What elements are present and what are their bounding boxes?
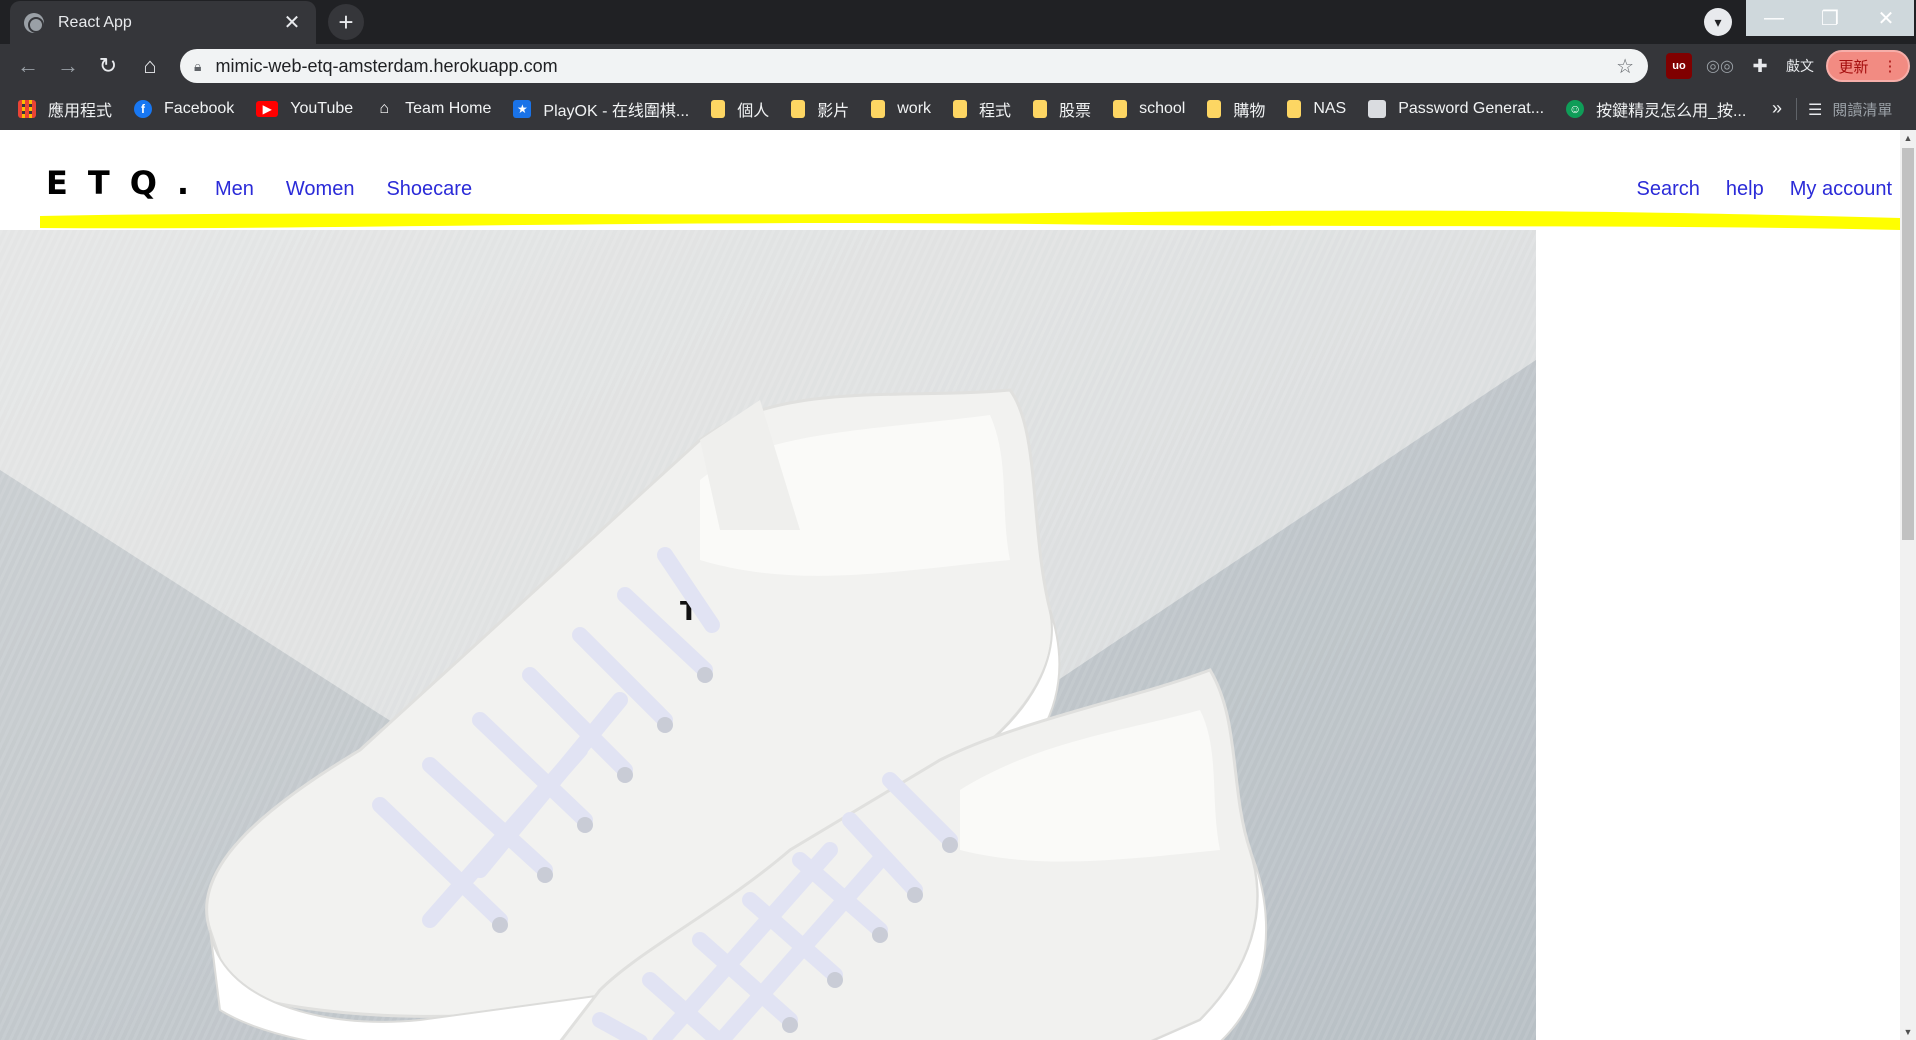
bookmark-youtube[interactable]: ▶ YouTube	[256, 100, 353, 118]
tab-title: React App	[58, 13, 132, 31]
globe-icon	[24, 12, 44, 33]
sneakers-illustration: T	[0, 230, 1536, 1040]
new-tab-button[interactable]: +	[328, 4, 364, 40]
folder-icon	[871, 100, 886, 118]
reading-list-label: 閱讀清單	[1832, 102, 1893, 119]
folder-icon	[1113, 100, 1128, 118]
bookmark-star-icon[interactable]: ☆	[1616, 54, 1634, 79]
bookmark-password-generator[interactable]: Password Generat...	[1368, 100, 1544, 118]
reading-list-icon: ☰	[1808, 101, 1823, 119]
bookmark-key-sprite[interactable]: ☺ 按鍵精灵怎么用_按...	[1566, 97, 1746, 121]
secondary-nav: Search help My account	[1637, 178, 1892, 201]
bookmark-label: 程式	[979, 103, 1012, 120]
folder-icon	[791, 100, 806, 118]
bookmarks-overflow-icon[interactable]: »	[1772, 98, 1782, 119]
nav-link-men[interactable]: Men	[215, 178, 254, 201]
youtube-icon: ▶	[256, 101, 279, 117]
bookmark-folder-stocks[interactable]: 股票	[1033, 97, 1091, 121]
scroll-up-arrow-icon[interactable]: ▲	[1900, 130, 1916, 146]
page-viewport: ETQ. Men Women Shoecare Search help My a…	[0, 130, 1916, 1040]
bookmark-label: YouTube	[290, 100, 354, 117]
scroll-down-arrow-icon[interactable]: ▼	[1900, 1024, 1916, 1040]
home-icon[interactable]: ⌂	[134, 50, 166, 82]
bookmark-label: PlayOK - 在线圍棋...	[543, 103, 690, 120]
url-text[interactable]: mimic-web-etq-amsterdam.herokuapp.com	[215, 56, 1616, 77]
bookmark-label: 應用程式	[48, 103, 113, 120]
key-sprite-icon: ☺	[1566, 100, 1585, 118]
lock-icon: 🔒︎	[194, 57, 202, 74]
translate-extension-icon[interactable]: 㪥文	[1786, 53, 1814, 79]
bookmark-label: Password Generat...	[1398, 100, 1545, 117]
primary-nav: Men Women Shoecare	[215, 178, 472, 201]
bookmark-label: 影片	[817, 103, 850, 120]
bookmarks-divider	[1796, 98, 1797, 120]
apps-grid-icon	[18, 100, 36, 118]
bookmark-label: Facebook	[164, 100, 235, 117]
bookmarks-bar: 應用程式 f Facebook ▶ YouTube ⌂ Team Home ★ Play…	[0, 88, 1916, 130]
nav-link-shoecare[interactable]: Shoecare	[386, 178, 472, 201]
browser-tab-strip: React App ✕ + ▾ — ❐ ✕	[0, 0, 1916, 44]
site-header: ETQ. Men Women Shoecare Search help My a…	[0, 130, 1900, 230]
extensions-puzzle-icon[interactable]: ✚	[1746, 53, 1774, 79]
folder-icon	[953, 100, 968, 118]
browser-toolbar: ← → ↻ ⌂ 🔒︎ mimic-web-etq-amsterdam.herok…	[0, 44, 1916, 88]
folder-icon	[711, 100, 726, 118]
more-menu-icon: ⋮	[1882, 58, 1898, 75]
bookmark-label: school	[1139, 100, 1186, 117]
bookmark-label: 個人	[737, 103, 770, 120]
etq-logo[interactable]: ETQ.	[46, 164, 209, 202]
folder-icon	[1207, 100, 1222, 118]
hero-image: T	[0, 230, 1536, 1040]
tab-close-icon[interactable]: ✕	[282, 10, 302, 35]
folder-icon	[1033, 100, 1048, 118]
update-button[interactable]: 更新 ⋮	[1826, 50, 1910, 82]
nav-link-search[interactable]: Search	[1637, 178, 1700, 201]
window-maximize-button[interactable]: ❐	[1802, 0, 1858, 36]
page-scrollbar[interactable]: ▲ ▼	[1900, 130, 1916, 1040]
bookmark-folder-shopping[interactable]: 購物	[1207, 97, 1265, 121]
address-bar[interactable]: 🔒︎ mimic-web-etq-amsterdam.herokuapp.com…	[180, 49, 1648, 83]
playok-icon: ★	[513, 100, 532, 118]
bookmark-label: 股票	[1059, 103, 1092, 120]
folder-icon	[1287, 100, 1302, 118]
bookmark-facebook[interactable]: f Facebook	[134, 100, 234, 118]
bookmark-folder-nas[interactable]: NAS	[1287, 100, 1346, 118]
window-close-button[interactable]: ✕	[1858, 0, 1914, 36]
bookmark-label: 購物	[1233, 103, 1266, 120]
back-arrow-icon[interactable]: ←	[12, 50, 44, 82]
nav-link-help[interactable]: help	[1726, 178, 1764, 201]
scroll-thumb[interactable]	[1902, 148, 1914, 540]
ublock-extension-icon[interactable]: uo	[1666, 53, 1692, 79]
forward-arrow-icon[interactable]: →	[52, 50, 84, 82]
bookmark-playok[interactable]: ★ PlayOK - 在线圍棋...	[513, 97, 689, 121]
page-icon	[1368, 100, 1387, 118]
bookmark-folder-code[interactable]: 程式	[953, 97, 1011, 121]
bookmark-label: Team Home	[405, 100, 492, 117]
bookmark-folder-work[interactable]: work	[871, 100, 931, 118]
bookmark-apps[interactable]: 應用程式	[18, 97, 112, 121]
team-home-icon: ⌂	[379, 100, 389, 117]
eyes-extension-icon[interactable]: ◎◎	[1706, 53, 1734, 79]
browser-tab-active[interactable]: React App ✕	[10, 1, 316, 44]
tab-search-icon[interactable]: ▾	[1704, 8, 1732, 36]
bookmark-label: work	[897, 100, 932, 117]
bookmark-folder-videos[interactable]: 影片	[791, 97, 849, 121]
bookmark-folder-school[interactable]: school	[1113, 100, 1185, 118]
reload-icon[interactable]: ↻	[92, 50, 124, 82]
nav-link-my-account[interactable]: My account	[1790, 178, 1892, 201]
bookmark-label: NAS	[1313, 100, 1347, 117]
nav-link-women[interactable]: Women	[286, 178, 355, 201]
window-minimize-button[interactable]: —	[1746, 0, 1802, 36]
update-label: 更新	[1838, 58, 1869, 76]
facebook-icon: f	[134, 100, 153, 118]
bookmark-team-home[interactable]: ⌂ Team Home	[375, 100, 491, 118]
bookmark-label: 按鍵精灵怎么用_按...	[1596, 103, 1747, 120]
reading-list-button[interactable]: ☰ 閱讀清單	[1808, 99, 1892, 120]
bookmark-folder-personal[interactable]: 個人	[711, 97, 769, 121]
